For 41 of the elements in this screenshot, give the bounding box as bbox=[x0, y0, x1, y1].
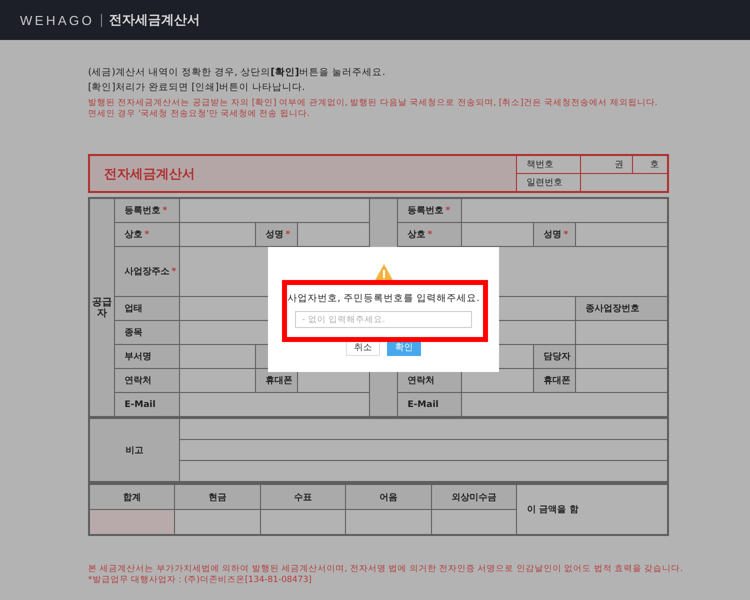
notice-text: [확인]처리가 완료되면 [인쇄]버튼이 나타납니다. bbox=[88, 81, 306, 95]
field-label: 휴대폰 bbox=[266, 376, 292, 386]
field-label: 담당자 bbox=[544, 352, 571, 362]
field-label: 성명 * bbox=[266, 230, 290, 240]
notice-text: 면세인 경우 '국세청 전송요청'만 국세청에 전송 됩니다. bbox=[88, 109, 311, 120]
field-label: 종사업장번호 bbox=[586, 304, 640, 314]
supplier-label: 공급자 bbox=[90, 296, 113, 318]
legal-notice: *발급업무 대행사업자 : (주)더존비즈온[134-81-08473] bbox=[88, 575, 313, 586]
logo: WEHAGO bbox=[20, 12, 94, 28]
volume-label: 권 bbox=[614, 160, 624, 170]
amount-statement: 이 금액을 함 bbox=[527, 505, 578, 515]
field-label: 연락처 bbox=[124, 376, 152, 386]
field-label: E-Mail bbox=[408, 400, 439, 410]
column-header: 수표 bbox=[294, 492, 312, 502]
column-header: 어음 bbox=[379, 492, 398, 502]
dialog-message: 사업자번호, 주민등록번호를 입력해주세요. bbox=[287, 292, 480, 305]
field-label: 부서명 bbox=[124, 352, 152, 362]
serial-number-label: 일련번호 bbox=[526, 178, 562, 188]
field-label: E-Mail bbox=[124, 400, 156, 410]
field-label: 등록번호 * bbox=[124, 206, 168, 216]
page-title: 전자세금계산서 bbox=[109, 12, 200, 29]
field-label: 종목 bbox=[124, 328, 142, 338]
field-label: 상호 * bbox=[408, 230, 432, 240]
notice-text: (세금)계산서 내역이 정확한 경우, 상단의[확인]버튼을 눌러주세요. bbox=[88, 66, 386, 80]
legal-notice: 본 세금계산서는 부가가치세법에 의하여 발행된 세금계산서이며, 전자서명 법에 의거한 전자인증 서명으로 인감날인이 없어도 법적 효력을 갖습니다. bbox=[88, 564, 684, 575]
column-header: 현금 bbox=[208, 492, 226, 502]
invoice-title: 전자세금계산서 bbox=[104, 166, 195, 182]
id-number-field[interactable]: - 없이 입력해주세요. bbox=[295, 311, 472, 328]
field-label: 업태 bbox=[124, 304, 142, 314]
column-header: 합계 bbox=[123, 492, 141, 502]
remarks-label: 비고 bbox=[125, 446, 144, 456]
field-label: 성명 * bbox=[544, 230, 568, 240]
field-label: 연락처 bbox=[408, 376, 435, 386]
field-label: 휴대폰 bbox=[544, 376, 571, 386]
number-label: 호 bbox=[650, 160, 659, 170]
field-label: 등록번호 * bbox=[408, 206, 450, 216]
field-label: 사업장주소 * bbox=[124, 267, 176, 277]
column-header: 외상미수금 bbox=[451, 492, 496, 502]
field-label: 상호 * bbox=[124, 230, 150, 240]
notice-text: 발행된 전자세금계산서는 공급받는 자의 [확인] 여부에 관계없이, 발행된 다음날 국세청으로 전송되며, [취소]건은 국세청전송에서 제외됩니다. bbox=[88, 98, 658, 109]
book-number-label: 책번호 bbox=[526, 160, 554, 170]
